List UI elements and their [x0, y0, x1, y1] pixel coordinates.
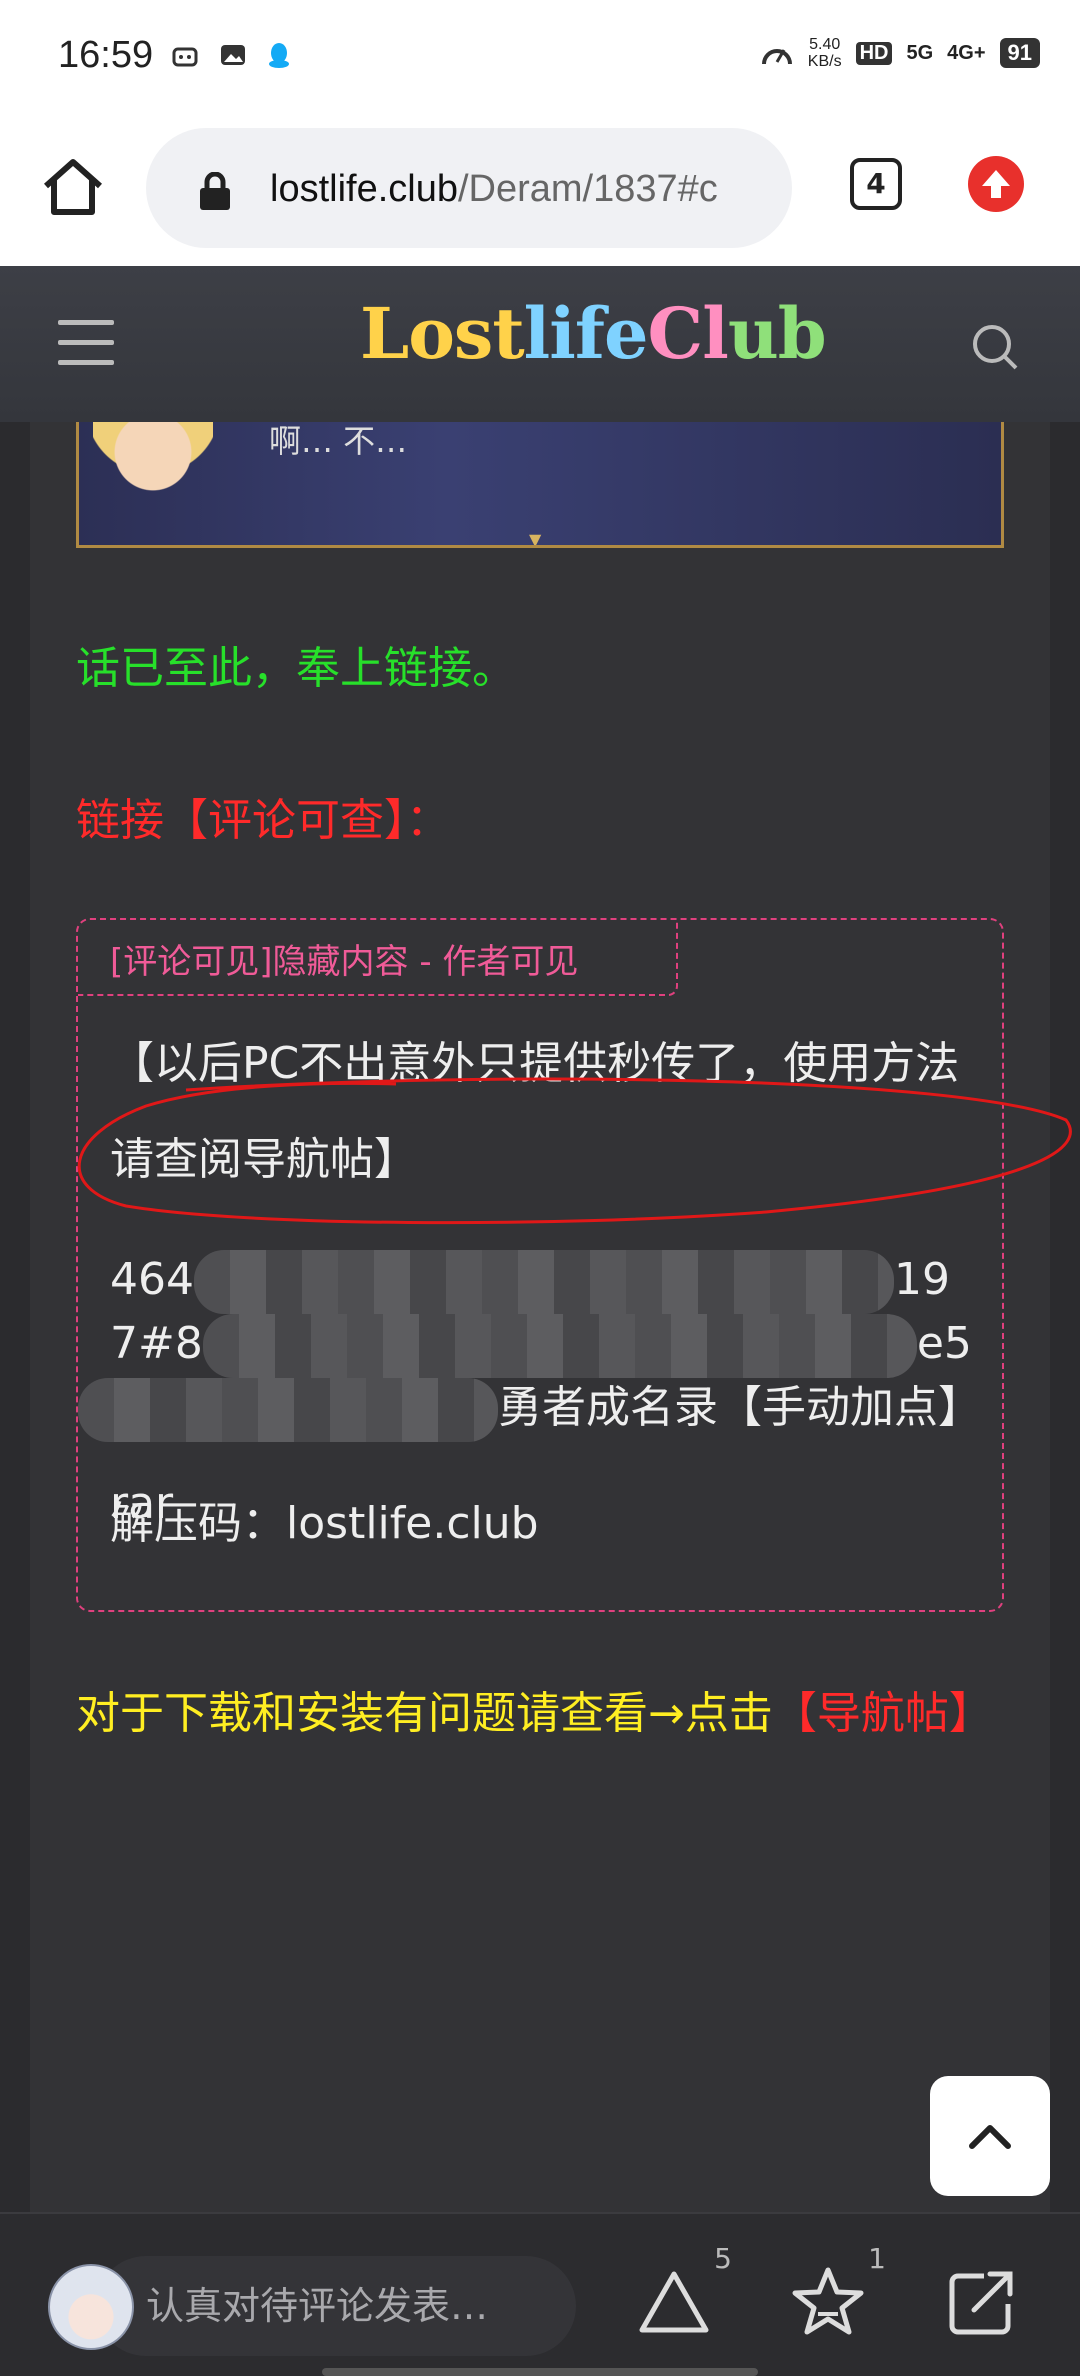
- nav-post-link[interactable]: 【导航帖】: [773, 1688, 993, 1739]
- gesture-bar: [322, 2368, 758, 2376]
- logo-part-2: life: [523, 292, 649, 375]
- hd-badge: HD: [855, 41, 893, 65]
- comment-input[interactable]: 认真对待评论发表…: [96, 2256, 576, 2356]
- like-button[interactable]: 5: [636, 2242, 732, 2340]
- dialog-text: 啊… 不…: [269, 422, 408, 460]
- share-button[interactable]: [944, 2264, 1020, 2340]
- logo-part-1: Lost: [360, 292, 525, 375]
- lock-icon: [200, 172, 230, 210]
- like-icon: [639, 2271, 709, 2333]
- comment-bar: 认真对待评论发表… 5 1: [0, 2212, 1080, 2376]
- avatar[interactable]: [48, 2264, 134, 2350]
- update-icon[interactable]: [968, 156, 1024, 212]
- hidden-content-tag: [评论可见]隐藏内容 - 作者可见: [78, 920, 678, 996]
- help-note: 对于下载和安装有问题请查看→点击【导航帖】: [76, 1666, 1016, 1762]
- share-icon: [949, 2271, 1013, 2335]
- status-time: 16:59: [58, 34, 154, 76]
- like-count: 5: [714, 2242, 732, 2275]
- net-speed-unit: KB/s: [807, 53, 842, 70]
- sim2-signal: 4G+: [947, 41, 986, 64]
- help-text: 对于下载和安装有问题请查看→点击: [76, 1688, 773, 1739]
- sim1-signal: 5G: [906, 41, 934, 64]
- fav-count: 1: [868, 2242, 886, 2275]
- bilibili-icon: [172, 47, 198, 67]
- favorite-button[interactable]: 1: [790, 2242, 886, 2340]
- unzip-password: 解压码：lostlife.club: [110, 1498, 539, 1549]
- tab-switcher-icon[interactable]: 4: [850, 158, 902, 210]
- hidden-content-box: [评论可见]隐藏内容 - 作者可见 【以后PC不出意外只提供秒传了，使用方法请查…: [76, 918, 1004, 1612]
- url-domain: lostlife.club: [270, 168, 458, 210]
- url-text[interactable]: lostlife.club/Deram/1837#c: [270, 168, 718, 211]
- url-path: /Deram/1837#c: [457, 168, 718, 210]
- home-icon[interactable]: [40, 154, 106, 220]
- game-dialog-image: 啊… 不… ▼: [76, 422, 1004, 548]
- site-header: LostlifeClub: [0, 266, 1080, 422]
- back-to-top-icon: [969, 2125, 1011, 2149]
- status-bar: 16:59 5.40 KB/s HD 5G 4G+ 91: [0, 0, 1080, 118]
- blurred-region: [78, 1378, 498, 1442]
- favorite-icon: [792, 2267, 864, 2335]
- back-to-top-button[interactable]: [930, 2076, 1050, 2196]
- search-icon[interactable]: [970, 322, 1020, 372]
- gallery-icon: [221, 45, 245, 65]
- logo-part-3: Cl: [647, 292, 729, 375]
- link-label: 链接【评论可查】：: [76, 795, 450, 846]
- menu-icon[interactable]: [58, 320, 114, 366]
- post-content: 啊… 不… ▼ 话已至此，奉上链接。 链接【评论可查】： [评论可见]隐藏内容 …: [30, 422, 1072, 2212]
- site-logo[interactable]: LostlifeClub: [360, 292, 827, 375]
- character-portrait: [93, 422, 213, 512]
- address-bar[interactable]: lostlife.club/Deram/1837#c: [146, 128, 792, 248]
- intro-line: 话已至此，奉上链接。: [76, 643, 516, 694]
- annotation-circle: [77, 1077, 1072, 1225]
- speed-icon: [761, 49, 792, 65]
- battery-indicator: 91: [999, 38, 1040, 68]
- net-speed-value: 5.40: [809, 36, 841, 53]
- browser-toolbar: lostlife.club/Deram/1837#c 4: [0, 118, 1080, 266]
- qq-icon: [269, 43, 289, 68]
- logo-part-4: ub: [727, 292, 827, 375]
- status-right: 5.40 KB/s HD 5G 4G+ 91: [760, 36, 1040, 70]
- net-speed: 5.40 KB/s: [808, 36, 842, 70]
- up-arrow-icon: [982, 170, 1010, 198]
- dialog-next-icon: ▼: [529, 530, 542, 548]
